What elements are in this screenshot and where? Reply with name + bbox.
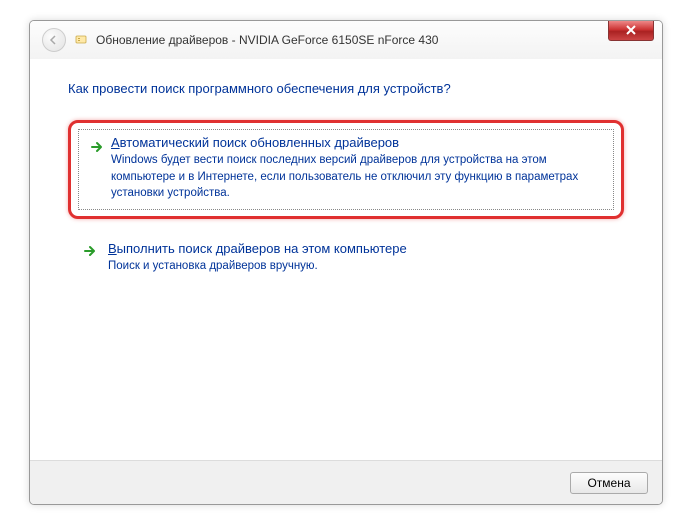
device-icon [74, 33, 88, 47]
close-button[interactable] [608, 21, 654, 41]
footer-bar: Отмена [30, 460, 662, 504]
titlebar: Обновление драйверов - NVIDIA GeForce 61… [30, 21, 662, 59]
option-title: Выполнить поиск драйверов на этом компью… [108, 241, 610, 256]
driver-update-dialog: Обновление драйверов - NVIDIA GeForce 61… [29, 20, 663, 505]
window-title: Обновление драйверов - NVIDIA GeForce 61… [96, 33, 438, 47]
cancel-button[interactable]: Отмена [570, 472, 648, 494]
content-area: Как провести поиск программного обеспече… [30, 59, 662, 309]
option-title: Автоматический поиск обновленных драйвер… [111, 135, 607, 150]
close-icon [625, 24, 637, 36]
arrow-right-icon [82, 243, 98, 259]
page-heading: Как провести поиск программного обеспече… [68, 81, 624, 96]
option-manual-search[interactable]: Выполнить поиск драйверов на этом компью… [68, 229, 624, 289]
option-desc: Windows будет вести поиск последних верс… [111, 152, 581, 202]
back-button[interactable] [42, 28, 66, 52]
arrow-left-icon [48, 34, 60, 46]
arrow-right-icon [89, 139, 105, 155]
option-auto-search[interactable]: Автоматический поиск обновленных драйвер… [68, 120, 624, 219]
option-desc: Поиск и установка драйверов вручную. [108, 258, 578, 275]
